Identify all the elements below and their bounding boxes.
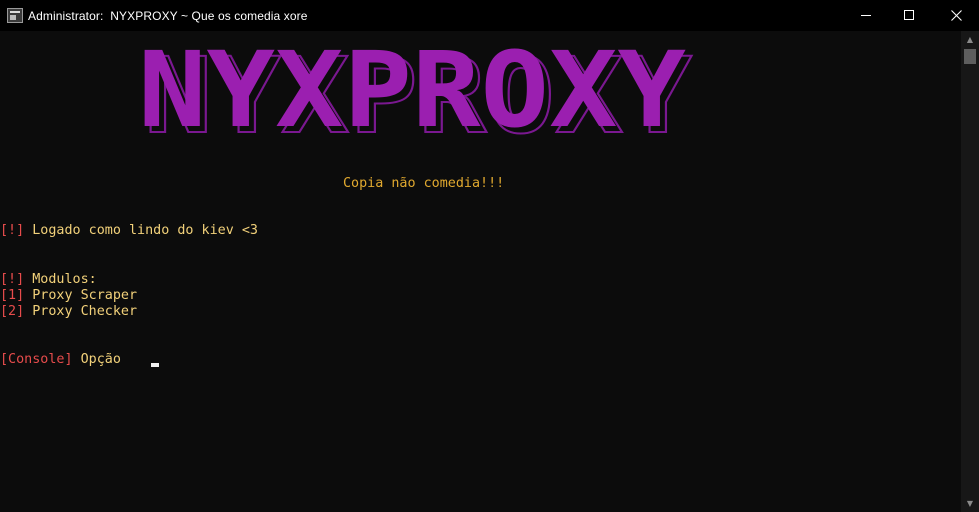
option-proxy-scraper: [1] Proxy Scraper xyxy=(0,288,137,304)
console-output[interactable]: NYXPROXY NYXPROXY Copia não comedia!!! [… xyxy=(0,29,961,512)
banner-text: NYXPROXY xyxy=(138,44,686,140)
scroll-thumb[interactable] xyxy=(964,49,976,64)
console-prompt[interactable]: [Console] Opção xyxy=(0,352,121,368)
prompt-tag: [Console] xyxy=(0,352,73,367)
modules-tag: [!] xyxy=(0,272,25,287)
arrow-up-icon[interactable]: ▲ xyxy=(961,31,979,48)
console-window: Administrator: NYXPROXY ~ Que os comedia… xyxy=(0,0,979,512)
arrow-down-icon[interactable]: ▼ xyxy=(961,495,979,512)
minimize-button[interactable] xyxy=(842,0,888,31)
prompt-text: Opção xyxy=(72,352,121,367)
option-1-text: Proxy Scraper xyxy=(24,288,138,303)
close-icon xyxy=(951,10,962,21)
maximize-button[interactable] xyxy=(887,0,933,31)
maximize-icon xyxy=(904,10,914,20)
text-cursor xyxy=(151,363,159,367)
modules-text: Modulos: xyxy=(24,272,97,287)
option-1-tag: [1] xyxy=(0,288,25,303)
option-2-tag: [2] xyxy=(0,304,25,319)
close-button[interactable] xyxy=(933,0,979,31)
tagline: Copia não comedia!!! xyxy=(343,176,505,191)
window-title: Administrator: NYXPROXY ~ Que os comedia… xyxy=(28,9,308,23)
banner-art: NYXPROXY NYXPROXY xyxy=(138,29,693,158)
modules-line: [!] Modulos: xyxy=(0,272,97,288)
option-proxy-checker: [2] Proxy Checker xyxy=(0,304,137,320)
login-line: [!] Logado como lindo do kiev <3 xyxy=(0,223,258,239)
console-app-icon[interactable] xyxy=(7,8,23,23)
ascii-banner: NYXPROXY NYXPROXY xyxy=(136,29,696,158)
vertical-scrollbar[interactable]: ▲ ▼ xyxy=(961,31,979,512)
minimize-icon xyxy=(861,15,871,16)
login-tag: [!] xyxy=(0,223,25,238)
title-bar[interactable]: Administrator: NYXPROXY ~ Que os comedia… xyxy=(0,0,979,31)
login-text: Logado como lindo do kiev <3 xyxy=(24,223,258,238)
option-2-text: Proxy Checker xyxy=(24,304,138,319)
